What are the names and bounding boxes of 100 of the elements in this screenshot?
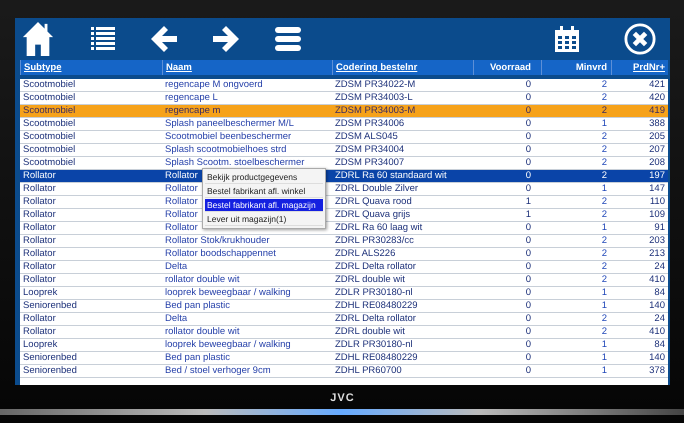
name-cell: Rollator: [165, 222, 198, 233]
menu-icon[interactable]: [275, 27, 301, 51]
subtype-cell: Rollator: [23, 222, 56, 233]
product-number-cell: 203: [649, 235, 665, 246]
product-number-cell: 84: [654, 339, 665, 350]
name-cell: Bed / stoel verhoger 9cm: [165, 365, 271, 376]
minimum-cell: 1: [602, 339, 607, 350]
subtype-cell: Rollator: [23, 261, 56, 272]
stock-cell: 0: [526, 157, 531, 168]
sort-header[interactable]: PrdNr+: [611, 60, 668, 75]
menu-item[interactable]: Bestel fabrikant afl. winkel: [205, 185, 323, 198]
stock-cell: 0: [526, 261, 531, 272]
table-row[interactable]: Rollator Delta ZDRL Delta rollator 0 2 24: [20, 313, 668, 326]
subtype-cell: Rollator: [23, 326, 56, 337]
minimum-cell: 1: [602, 300, 607, 311]
name-cell: Splash scootmobielhoes strd: [165, 144, 286, 155]
table-row[interactable]: Looprek looprek beweegbaar / walking ZDLR PR30180-nl 0 1 84: [20, 287, 668, 300]
table-row[interactable]: Seniorenbed Bed pan plastic ZDHL RE08480229 0 1 140: [20, 352, 668, 365]
table-row[interactable]: Rollator rollator double wit ZDRL double wit 0 2 410: [20, 274, 668, 287]
name-cell: Rollator: [165, 170, 198, 181]
table-row[interactable]: Scootmobiel regencape M ongvoerd ZDSM PR34022-M 0 2 421: [20, 79, 668, 92]
name-cell: Splash paneelbeschermer M/L: [165, 118, 294, 129]
table-row[interactable]: Scootmobiel Splash paneelbeschermer M/L ZDSM PR34006 0 1 388: [20, 118, 668, 131]
table-row[interactable]: Scootmobiel regencape m ZDSM PR34003-M 0 2 419: [20, 105, 668, 118]
name-cell: Rollator: [165, 209, 198, 220]
subtype-cell: Looprek: [23, 287, 58, 298]
stock-cell: 0: [526, 326, 531, 337]
subtype-cell: Rollator: [23, 248, 56, 259]
table-row[interactable]: Rollator rollator double wit ZDRL double wit 0 2 410: [20, 326, 668, 339]
table-row[interactable]: Rollator Rollator Stok/krukhouder ZDRL PR30283/cc 0 2 203: [20, 235, 668, 248]
minimum-cell: 2: [602, 170, 607, 181]
subtype-cell: Scootmobiel: [23, 131, 76, 142]
stock-cell: 1: [526, 209, 531, 220]
sort-header[interactable]: Codering bestelnr: [332, 60, 473, 75]
minimum-cell: 2: [602, 92, 607, 103]
product-number-cell: 378: [649, 365, 665, 376]
product-number-cell: 140: [649, 300, 665, 311]
sort-header[interactable]: Naam: [162, 60, 332, 75]
subtype-cell: Rollator: [23, 196, 56, 207]
product-number-cell: 140: [649, 352, 665, 363]
product-number-cell: 410: [649, 274, 665, 285]
name-cell: Rollator boodschappennet: [165, 248, 276, 259]
product-number-cell: 24: [654, 313, 665, 324]
home-icon[interactable]: [21, 20, 55, 58]
name-cell: Rollator: [165, 196, 198, 207]
minimum-cell: 1: [602, 183, 607, 194]
code-cell: ZDLR PR30180-nl: [335, 339, 413, 350]
name-cell: Bed pan plastic: [165, 300, 230, 311]
minimum-cell: 2: [602, 235, 607, 246]
subtype-cell: Rollator: [23, 183, 56, 194]
code-cell: ZDRL Ra 60 standaard wit: [335, 170, 447, 181]
code-cell: ZDSM ALS045: [335, 131, 398, 142]
minimum-cell: 1: [602, 365, 607, 376]
stock-cell: 0: [526, 300, 531, 311]
subtype-cell: Scootmobiel: [23, 157, 76, 168]
menu-item[interactable]: Bestel fabrikant afl. magazijn: [205, 199, 323, 212]
table-row[interactable]: Seniorenbed Bed pan plastic ZDHL RE08480229 0 1 140: [20, 300, 668, 313]
minimum-cell: 2: [602, 209, 607, 220]
code-cell: ZDRL Ra 60 laag wit: [335, 222, 422, 233]
code-cell: ZDRL Double Zilver: [335, 183, 418, 194]
menu-item[interactable]: Lever uit magazijn(1): [205, 213, 323, 226]
table-row[interactable]: Rollator Delta ZDRL Delta rollator 0 2 24: [20, 261, 668, 274]
brand-label: JVC: [330, 392, 355, 404]
close-icon[interactable]: [624, 23, 656, 55]
code-cell: ZDSM PR34003-L: [335, 92, 413, 103]
name-cell: regencape M ongvoerd: [165, 79, 263, 90]
name-cell: looprek beweegbaar / walking: [165, 287, 291, 298]
product-number-cell: 109: [649, 209, 665, 220]
code-cell: ZDSM PR34006: [335, 118, 404, 129]
sort-header[interactable]: Subtype: [20, 60, 162, 75]
stock-cell: 0: [526, 274, 531, 285]
forward-arrow-icon[interactable]: [213, 26, 239, 52]
minimum-cell: 2: [602, 313, 607, 324]
back-arrow-icon[interactable]: [151, 26, 177, 52]
table-row[interactable]: Scootmobiel Scootmobiel beenbeschermer ZDSM ALS045 0 2 205: [20, 131, 668, 144]
table-row[interactable]: Seniorenbed Bed / stoel verhoger 9cm ZDHL PR60700 0 1 378: [20, 365, 668, 378]
table-row[interactable]: Looprek looprek beweegbaar / walking ZDLR PR30180-nl 0 1 84: [20, 339, 668, 352]
subtype-cell: Rollator: [23, 170, 56, 181]
subtype-cell: Seniorenbed: [23, 300, 77, 311]
stock-cell: 1: [526, 196, 531, 207]
product-number-cell: 205: [649, 131, 665, 142]
code-cell: ZDRL double wit: [335, 274, 405, 285]
code-cell: ZDHL RE08480229: [335, 300, 418, 311]
name-cell: Splash Scootm. stoelbeschermer: [165, 157, 304, 168]
table-row[interactable]: Scootmobiel regencape L ZDSM PR34003-L 0 2 420: [20, 92, 668, 105]
product-number-cell: 420: [649, 92, 665, 103]
calendar-icon[interactable]: [554, 25, 580, 53]
code-cell: ZDRL double wit: [335, 326, 405, 337]
product-number-cell: 419: [649, 105, 665, 116]
product-number-cell: 84: [654, 287, 665, 298]
product-number-cell: 410: [649, 326, 665, 337]
product-number-cell: 208: [649, 157, 665, 168]
table-row[interactable]: Scootmobiel Splash Scootm. stoelbeschermer ZDSM PR34007 0 2 208: [20, 157, 668, 170]
list-icon[interactable]: [91, 26, 115, 52]
menu-item[interactable]: Bekijk productgegevens: [205, 171, 323, 184]
column-header: Minvrd: [541, 60, 611, 75]
table-row[interactable]: Scootmobiel Splash scootmobielhoes strd ZDSM PR34004 0 2 207: [20, 144, 668, 157]
code-cell: ZDSM PR34003-M: [335, 105, 416, 116]
minimum-cell: 1: [602, 287, 607, 298]
table-row[interactable]: Rollator Rollator boodschappennet ZDRL ALS226 0 2 213: [20, 248, 668, 261]
